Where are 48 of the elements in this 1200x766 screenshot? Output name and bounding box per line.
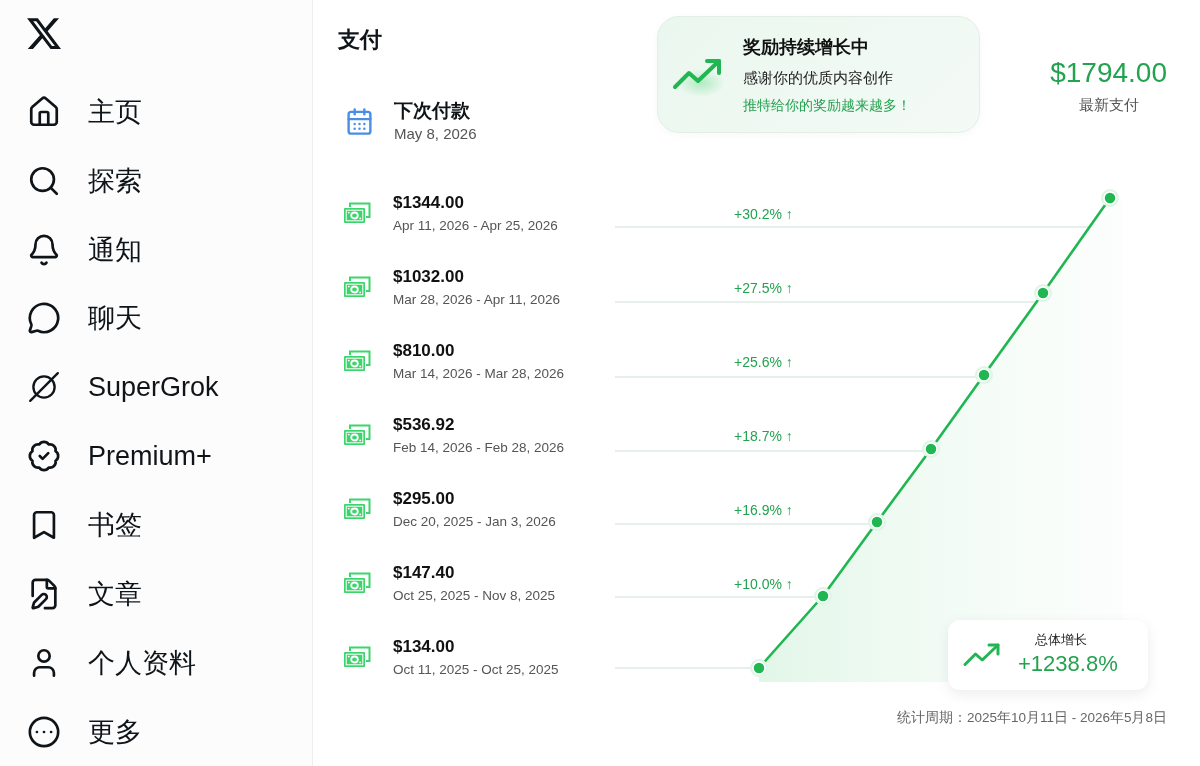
more-icon bbox=[27, 714, 61, 749]
payment-period: Oct 11, 2025 - Oct 25, 2025 bbox=[393, 660, 559, 679]
banner-highlight: 推特给你的奖励越来越多！ bbox=[743, 96, 911, 115]
nav-item[interactable]: 文章 bbox=[27, 559, 148, 629]
nav-item[interactable]: 书签 bbox=[27, 490, 148, 560]
calendar-icon bbox=[345, 107, 374, 136]
next-payment-date: May 8, 2026 bbox=[394, 124, 477, 144]
money-icon bbox=[343, 424, 371, 446]
payment-amount: $1344.00 bbox=[393, 191, 464, 214]
money-icon bbox=[343, 498, 371, 520]
speech-bubble-icon bbox=[27, 301, 61, 336]
payment-amount: $536.92 bbox=[393, 413, 455, 436]
statistics-period: 统计周期：2025年10月11日 - 2026年5月8日 bbox=[896, 709, 1167, 727]
latest-payment-label: 最新支付 bbox=[1078, 95, 1139, 115]
payment-period: Apr 11, 2026 - Apr 25, 2026 bbox=[393, 216, 558, 235]
payment-period: Dec 20, 2025 - Jan 3, 2026 bbox=[393, 512, 556, 531]
payment-period: Oct 25, 2025 - Nov 8, 2025 bbox=[393, 586, 556, 605]
money-icon bbox=[343, 646, 371, 668]
latest-payment-amount: $1794.00 bbox=[1050, 56, 1167, 90]
page-title: 支付 bbox=[338, 26, 382, 54]
money-icon bbox=[343, 276, 371, 298]
logo-icon[interactable] bbox=[27, 17, 61, 51]
payment-amount: $810.00 bbox=[393, 339, 455, 362]
money-icon bbox=[343, 572, 371, 594]
bell-icon bbox=[27, 232, 61, 267]
money-icon bbox=[343, 350, 371, 372]
banner-title: 奖励持续增长中 bbox=[743, 35, 869, 59]
nav-item[interactable]: 通知 bbox=[27, 215, 148, 284]
payment-amount: $147.40 bbox=[393, 561, 455, 584]
payment-amount: $295.00 bbox=[393, 487, 455, 510]
payment-amount: $134.00 bbox=[393, 635, 455, 658]
nav-item[interactable]: 聊天 bbox=[27, 284, 148, 353]
nav-item[interactable]: Premium+ bbox=[27, 421, 218, 491]
banner-subtitle: 感谢你的优质内容创作 bbox=[743, 68, 893, 88]
money-icon bbox=[343, 202, 371, 224]
home-icon bbox=[27, 94, 61, 129]
payment-amount: $1032.00 bbox=[393, 265, 464, 288]
nav-item[interactable]: 主页 bbox=[27, 77, 148, 147]
next-payment-label: 下次付款 bbox=[394, 99, 470, 123]
payment-period: Mar 28, 2026 - Apr 11, 2026 bbox=[393, 290, 561, 309]
nav-item[interactable]: 更多 bbox=[27, 697, 148, 766]
slashed-circle-icon bbox=[27, 370, 61, 405]
payment-period: Mar 14, 2026 - Mar 28, 2026 bbox=[393, 364, 565, 383]
payment-period: Feb 14, 2026 - Feb 28, 2026 bbox=[393, 438, 565, 457]
nav-item[interactable]: 探索 bbox=[27, 146, 148, 216]
badge-check-icon bbox=[27, 439, 61, 474]
nav-item[interactable]: SuperGrok bbox=[27, 352, 225, 422]
nav-item[interactable]: 个人资料 bbox=[27, 628, 202, 698]
